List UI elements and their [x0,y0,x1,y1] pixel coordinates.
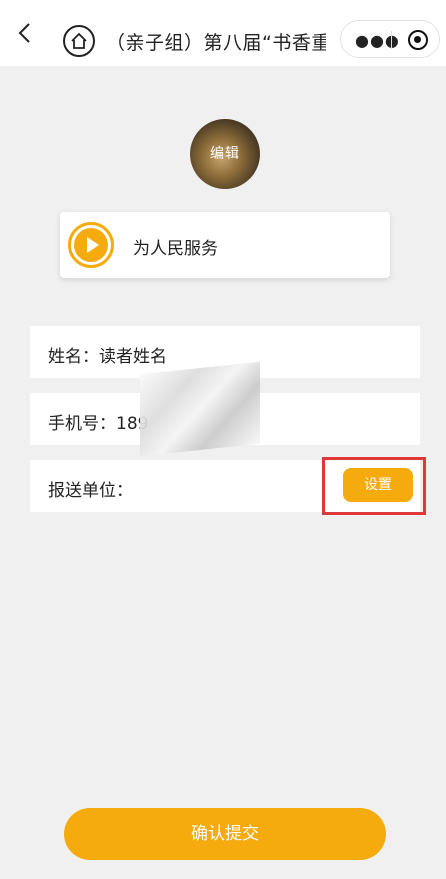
name-label: 姓名： [48,347,99,367]
capsule-divider [391,31,392,49]
submit-button[interactable]: 确认提交 [64,808,386,860]
record-target-icon[interactable] [408,30,428,50]
avatar-edit-label: 编辑 [210,146,240,162]
name-value: 读者姓名 [99,347,167,367]
back-icon[interactable] [14,22,36,44]
home-icon[interactable] [63,25,95,57]
redaction-overlay [140,361,260,457]
avatar[interactable]: 编辑 [190,119,260,189]
name-field: 姓名：读者姓名 [48,342,167,367]
audio-card[interactable]: 为人民服务 [60,212,390,278]
play-icon[interactable] [68,222,114,268]
phone-label: 手机号： [48,414,116,434]
page-title: （亲子组）第八届“书香重庆 阅读… [106,32,326,54]
top-nav-bar: （亲子组）第八届“书香重庆 阅读… ●●● [0,0,446,66]
more-dots-icon[interactable]: ●●● [355,31,400,50]
mini-program-capsule: ●●● [340,20,440,58]
audio-title: 为人民服务 [133,239,218,259]
highlight-box [322,457,426,515]
phone-field: 手机号：189 [48,409,148,434]
unit-label: 报送单位： [48,481,133,501]
